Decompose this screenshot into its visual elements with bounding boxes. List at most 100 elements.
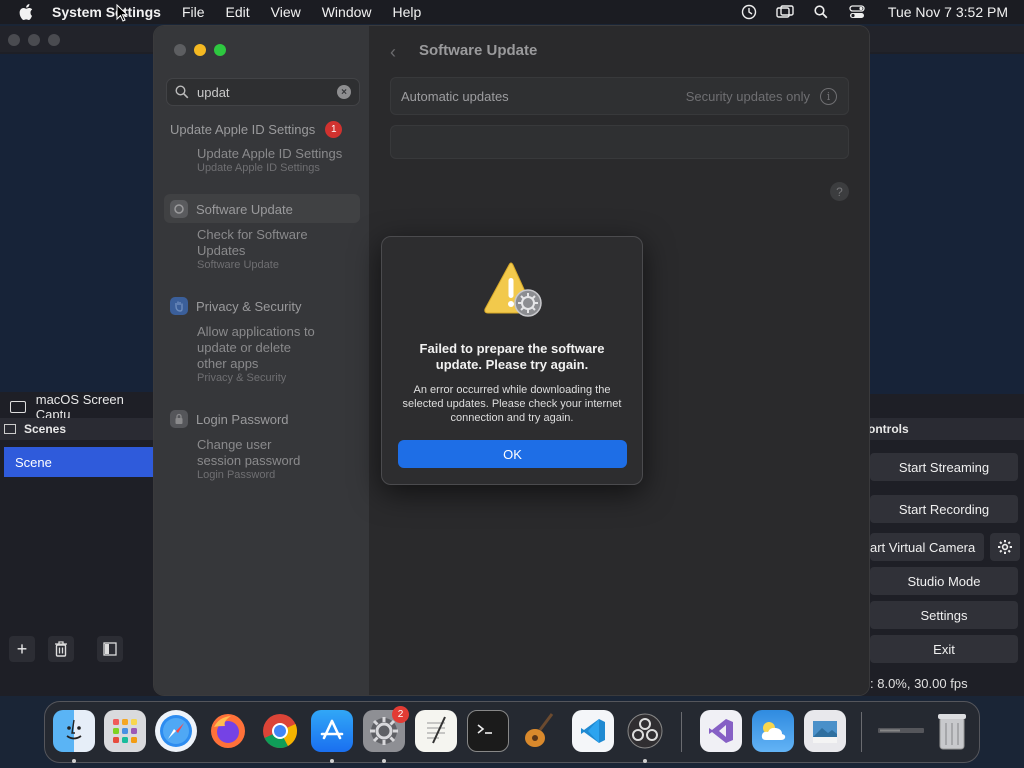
window-close-button[interactable]	[174, 44, 186, 56]
notification-badge: 1	[325, 120, 343, 138]
virtual-camera-settings-button[interactable]	[990, 533, 1020, 561]
finder-icon[interactable]	[53, 710, 95, 752]
terminal-icon[interactable]	[467, 710, 509, 752]
page-title: Software Update	[419, 42, 538, 59]
obs-minimize-button[interactable]	[28, 34, 40, 46]
trash-icon	[55, 641, 67, 657]
settings-search-field[interactable]: updat ×	[166, 78, 360, 106]
sidebar-result-software-update[interactable]: Check for Software Updates Software Upda…	[154, 227, 324, 272]
obs-scenes-title: Scenes	[24, 422, 67, 436]
search-icon[interactable]	[812, 3, 830, 21]
settings-button[interactable]: Settings	[870, 601, 1018, 629]
obs-zoom-button[interactable]	[48, 34, 60, 46]
settings-badge: 2	[392, 706, 409, 723]
app-store-icon[interactable]	[311, 710, 353, 752]
chrome-icon[interactable]	[259, 710, 301, 752]
minimized-window-thumbnail[interactable]	[875, 710, 927, 752]
vscode-icon[interactable]	[572, 710, 614, 752]
result-subtitle: Login Password	[197, 469, 276, 481]
trash-icon[interactable]	[931, 710, 973, 752]
scenes-dock-icon	[4, 424, 16, 434]
gear-icon	[998, 540, 1012, 554]
sidebar-result-apple-id[interactable]: Update Apple ID Settings Update Apple ID…	[154, 146, 370, 175]
obs-close-button[interactable]	[8, 34, 20, 46]
obs-studio-icon[interactable]	[624, 710, 666, 752]
start-recording-button[interactable]: Start Recording	[870, 495, 1018, 523]
menu-file[interactable]: File	[182, 4, 205, 20]
preview-icon[interactable]	[804, 710, 846, 752]
menu-edit[interactable]: Edit	[226, 4, 250, 20]
result-subtitle: Update Apple ID Settings	[197, 162, 320, 174]
garageband-icon[interactable]	[519, 710, 561, 752]
sidebar-item-apple-id[interactable]: Update Apple ID Settings 1	[154, 120, 370, 138]
sidebar-item-label: Software Update	[196, 201, 293, 217]
obs-controls-header: ontrols	[868, 418, 1024, 440]
error-alert-dialog: Failed to prepare the software update. P…	[381, 236, 643, 485]
textedit-icon[interactable]	[415, 710, 457, 752]
running-indicator	[330, 759, 334, 763]
sidebar-item-label: Privacy & Security	[196, 298, 302, 314]
menu-view[interactable]: View	[271, 4, 301, 20]
control-center-icon[interactable]	[848, 3, 866, 21]
panel-icon	[103, 642, 117, 656]
obs-scene-item[interactable]: Scene	[4, 447, 156, 477]
sidebar-result-privacy[interactable]: Allow applications to update or delete o…	[154, 324, 324, 385]
result-subtitle: Privacy & Security	[197, 372, 287, 384]
mouse-cursor-icon	[116, 4, 128, 22]
window-minimize-button[interactable]	[194, 44, 206, 56]
back-chevron-icon[interactable]: ‹	[390, 42, 396, 63]
dock: 2	[44, 701, 980, 763]
sidebar-section-login: Login Password Change user session passw…	[154, 410, 370, 482]
info-icon[interactable]: i	[820, 88, 837, 105]
menu-help[interactable]: Help	[393, 4, 422, 20]
studio-mode-button[interactable]: Studio Mode	[870, 567, 1018, 595]
monitor-icon	[10, 401, 26, 413]
virtual-camera-button[interactable]: art Virtual Camera	[870, 533, 984, 561]
update-status-panel	[390, 125, 849, 159]
launchpad-icon[interactable]	[104, 710, 146, 752]
obs-status-text: : 8.0%, 30.00 fps	[870, 676, 968, 691]
settings-sidebar: updat × Update Apple ID Settings 1 Updat…	[154, 26, 370, 695]
warning-icon	[484, 262, 542, 317]
display-icon[interactable]	[776, 3, 794, 21]
firefox-icon[interactable]	[207, 710, 249, 752]
menu-window[interactable]: Window	[322, 4, 372, 20]
visual-studio-icon[interactable]	[700, 710, 742, 752]
weather-icon[interactable]	[752, 710, 794, 752]
obs-scene-toolbar: +	[0, 636, 160, 666]
exit-button[interactable]: Exit	[870, 635, 1018, 663]
clear-search-icon[interactable]: ×	[337, 85, 351, 99]
sidebar-result-login[interactable]: Change user session password Login Passw…	[154, 437, 314, 482]
safari-icon[interactable]	[155, 710, 197, 752]
result-title: Update Apple ID Settings	[197, 146, 343, 161]
automatic-updates-row[interactable]: Automatic updates Security updates only …	[390, 77, 849, 115]
obs-scenes-header: Scenes	[0, 418, 160, 440]
menu-clock[interactable]: Tue Nov 7 3:52 PM	[888, 4, 1008, 20]
alert-message: An error occurred while downloading the …	[402, 384, 622, 424]
scene-filter-button[interactable]	[97, 636, 123, 662]
lock-icon	[170, 410, 188, 428]
apple-menu-icon[interactable]	[16, 2, 36, 22]
sidebar-item-privacy[interactable]: Privacy & Security	[154, 297, 370, 315]
sidebar-item-software-update[interactable]: Software Update	[154, 200, 370, 218]
running-indicator	[72, 759, 76, 763]
sidebar-item-login-password[interactable]: Login Password	[154, 410, 370, 428]
result-title: Allow applications to update or delete o…	[197, 324, 315, 371]
result-title: Change user session password	[197, 437, 301, 468]
sidebar-item-label: Update Apple ID Settings	[170, 121, 316, 137]
search-input-value[interactable]: updat	[197, 85, 230, 100]
sidebar-section-apple-id: Update Apple ID Settings 1 Update Apple …	[154, 120, 370, 175]
search-icon	[175, 85, 189, 99]
window-zoom-button[interactable]	[214, 44, 226, 56]
sidebar-item-label: Login Password	[196, 411, 289, 427]
automatic-updates-label: Automatic updates	[401, 89, 509, 104]
start-streaming-button[interactable]: Start Streaming	[870, 453, 1018, 481]
help-button[interactable]: ?	[830, 182, 849, 201]
ok-button[interactable]: OK	[398, 440, 627, 468]
menu-bar: System Settings File Edit View Window He…	[0, 0, 1024, 24]
add-scene-button[interactable]: +	[9, 636, 35, 662]
result-title: Check for Software Updates	[197, 227, 308, 258]
menu-app-name[interactable]: System Settings	[52, 4, 161, 20]
screen-time-icon[interactable]	[740, 3, 758, 21]
remove-scene-button[interactable]	[48, 636, 74, 662]
